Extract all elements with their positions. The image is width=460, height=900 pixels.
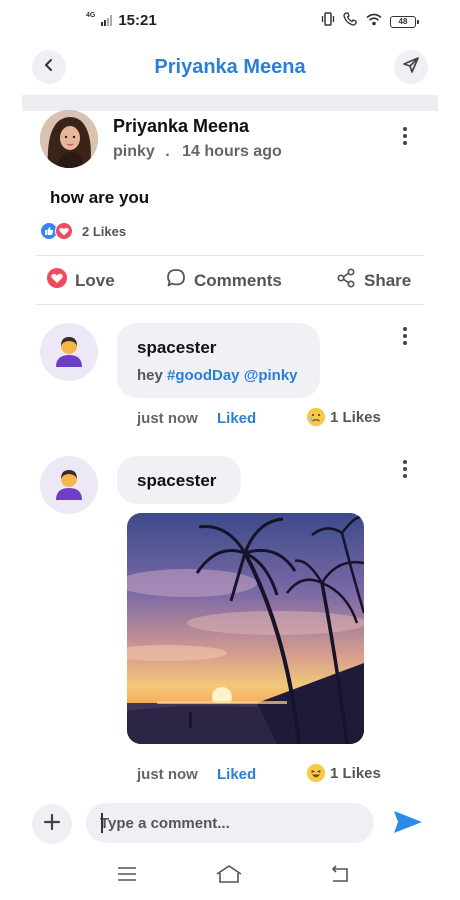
commenter-name[interactable]: spacester	[137, 338, 216, 358]
laughing-emoji-icon	[307, 764, 325, 782]
call-wifi-icon	[343, 12, 358, 31]
post-text: how are you	[50, 188, 150, 207]
back-icon	[329, 864, 351, 888]
love-label: Love	[75, 270, 115, 290]
send-arrow-icon	[392, 809, 424, 840]
comment-timestamp: just now	[137, 410, 198, 427]
network-type-label: 4G	[86, 12, 96, 19]
sad-face-emoji-icon	[307, 408, 325, 426]
commenter-avatar[interactable]	[40, 456, 98, 514]
comment-bubble: spacester hey #goodDay @pinky	[117, 323, 320, 398]
post-action-bar: Love Comments Share	[36, 255, 424, 305]
share-icon	[336, 268, 356, 293]
comment-photo[interactable]	[127, 513, 364, 744]
comments-button[interactable]: Comments	[166, 268, 282, 293]
system-nav-bar	[0, 856, 460, 900]
menu-icon	[117, 866, 137, 887]
more-vertical-icon	[403, 127, 407, 145]
comment-reaction-count: 1 Likes	[330, 408, 381, 426]
more-vertical-icon	[403, 327, 407, 345]
app-header: Priyanka Meena	[0, 44, 460, 94]
more-vertical-icon	[403, 460, 407, 478]
comment-reaction-count: 1 Likes	[330, 764, 381, 782]
plus-icon	[43, 813, 61, 836]
speech-bubble-icon	[166, 268, 186, 293]
post-more-button[interactable]	[395, 124, 415, 148]
post-timestamp: 14 hours ago	[182, 143, 282, 160]
comment-more-button[interactable]	[395, 324, 415, 348]
comment-like-button[interactable]: Liked	[217, 410, 256, 427]
post-reactions[interactable]: 2 Likes	[41, 222, 126, 240]
mention-link[interactable]: @pinky	[244, 367, 298, 384]
page-title: Priyanka Meena	[154, 56, 306, 78]
signal-icon	[101, 15, 113, 26]
vibrate-icon	[321, 12, 335, 31]
status-right: 48	[321, 12, 419, 31]
text-caret	[101, 813, 103, 833]
heart-reaction-icon	[55, 222, 73, 240]
comment-more-button[interactable]	[395, 457, 415, 481]
comment-text-plain: hey	[137, 367, 168, 384]
comment-reaction[interactable]: 1 Likes	[307, 408, 381, 426]
post-meta: pinky . 14 hours ago	[113, 143, 282, 161]
love-button[interactable]: Love	[47, 268, 115, 293]
person-avatar-icon	[52, 466, 86, 505]
comment-timestamp: just now	[137, 766, 198, 783]
commenter-avatar[interactable]	[40, 323, 98, 381]
share-label: Share	[364, 270, 412, 290]
status-bar: 4G 15:21 48	[0, 0, 460, 44]
hashtag-link[interactable]: #goodDay	[167, 367, 240, 384]
comments-label: Comments	[194, 270, 282, 290]
person-avatar-icon	[52, 333, 86, 372]
comment-bubble: spacester	[117, 456, 241, 504]
post-likes-count[interactable]: 2 Likes	[82, 224, 126, 239]
home-icon	[215, 864, 243, 889]
comment-like-button[interactable]: Liked	[217, 766, 256, 783]
comment-text: hey #goodDay @pinky	[137, 367, 298, 384]
nav-back-button[interactable]	[325, 864, 355, 888]
send-comment-button[interactable]	[391, 809, 425, 839]
post-author-avatar[interactable]	[40, 110, 98, 168]
share-button[interactable]: Share	[336, 268, 411, 293]
status-time: 15:21	[118, 12, 157, 29]
status-left: 4G 15:21	[86, 12, 157, 29]
post-username[interactable]: pinky	[113, 143, 155, 160]
nav-home-button[interactable]	[214, 864, 244, 888]
battery-indicator: 48	[390, 15, 419, 28]
post-author-name[interactable]: Priyanka Meena	[113, 116, 249, 137]
header-divider	[22, 95, 438, 111]
heart-icon	[47, 268, 67, 293]
commenter-name[interactable]: spacester	[137, 471, 216, 491]
meta-separator: .	[165, 143, 170, 160]
nav-menu-button[interactable]	[112, 864, 142, 888]
add-attachment-button[interactable]	[32, 804, 72, 844]
wifi-icon	[366, 13, 382, 31]
paper-plane-icon	[402, 56, 420, 79]
comment-reaction[interactable]: 1 Likes	[307, 764, 381, 782]
send-message-button[interactable]	[394, 50, 428, 84]
comment-input[interactable]	[86, 803, 374, 843]
